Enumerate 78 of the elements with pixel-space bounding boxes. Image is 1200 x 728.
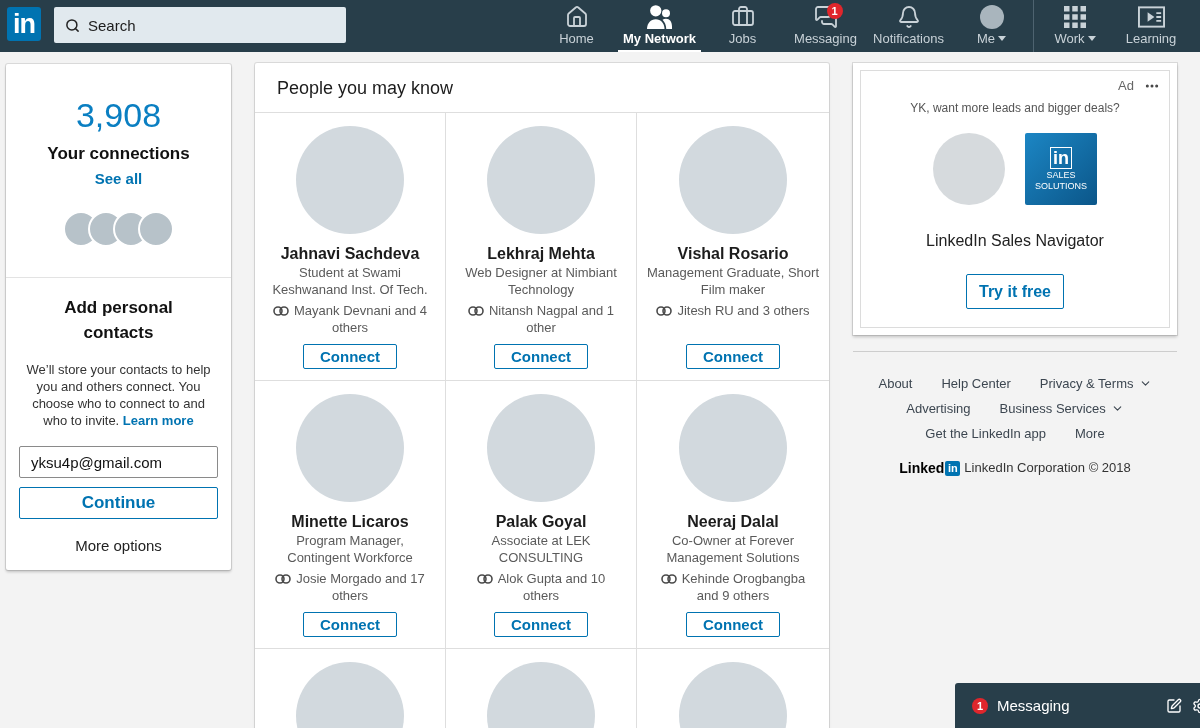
footer-link[interactable]: About: [878, 374, 913, 393]
notification-badge: 1: [972, 697, 988, 714]
person-headline: Student at Swami Keshwanand Inst. Of Tech.: [271, 264, 429, 298]
linkedin-logo[interactable]: in: [7, 7, 41, 41]
see-all-link[interactable]: See all: [94, 169, 143, 189]
grid-icon: [1064, 6, 1086, 28]
person-headline: Associate at LEK CONSULTING: [490, 532, 592, 566]
person-name[interactable]: Jahnavi Sachdeva: [280, 244, 420, 264]
person-name[interactable]: Minette Licaros: [291, 512, 409, 532]
messaging-label[interactable]: Messaging: [997, 695, 1070, 716]
mutual-connections-text: Alok Gupta and 10 others: [497, 571, 606, 603]
nav-item[interactable]: Work: [1034, 0, 1116, 52]
mutual-connections-icon: [275, 574, 292, 584]
continue-button[interactable]: Continue: [19, 487, 218, 519]
footer-link[interactable]: Business Services: [999, 399, 1124, 418]
nav-item[interactable]: Notifications: [867, 0, 950, 52]
ad-title: LinkedIn Sales Navigator: [926, 231, 1104, 251]
email-field[interactable]: yksu4p@gmail.com: [19, 446, 218, 478]
nav-item[interactable]: Home: [535, 0, 618, 52]
mutual-connections-text: Josie Morgado and 17 others: [296, 571, 425, 603]
more-options-link[interactable]: More options: [75, 536, 162, 556]
learn-more-link[interactable]: Learn more: [122, 413, 194, 428]
people-title: People you may know: [277, 76, 454, 100]
connect-button[interactable]: Connect: [303, 344, 397, 369]
contacts-description: We’ll store your contacts to help you and others connect. You choose who to connect to and who to invite. Learn more: [25, 361, 212, 429]
chat-icon: [813, 5, 838, 29]
search-icon: [65, 18, 80, 33]
connections-count: 3,908: [75, 95, 162, 135]
mutual-connections-icon: [273, 306, 289, 316]
bell-icon: [896, 5, 921, 29]
briefcase-icon: [730, 5, 755, 29]
footer-link[interactable]: Get the LinkedIn app: [925, 424, 1047, 443]
home-icon: [564, 5, 589, 29]
mutual-connections-icon: [468, 306, 484, 316]
nav-item[interactable]: Learning: [1116, 0, 1186, 52]
connect-button[interactable]: Connect: [686, 612, 780, 637]
footer-link[interactable]: More: [1075, 424, 1105, 443]
try-it-free-button[interactable]: Try it free: [966, 274, 1064, 309]
copyright-text: LinkedIn Corporation © 2018: [964, 459, 1131, 477]
people-icon: [647, 5, 672, 29]
person-name[interactable]: Palak Goyal: [495, 512, 587, 532]
mutual-connections-icon: [476, 574, 493, 584]
notification-badge: 1: [826, 3, 843, 19]
person-headline: Web Designer at Nimbiant Technology: [464, 264, 618, 298]
linkedin-wordmark: Linked in: [899, 459, 961, 477]
search-field[interactable]: Search: [54, 7, 346, 43]
footer-link[interactable]: Help Center: [941, 374, 1011, 393]
person-headline: Program Manager, Contingent Workforce: [286, 532, 414, 566]
mutual-connections-icon: [656, 306, 673, 316]
ad-headline: YK, want more leads and bigger deals?: [910, 100, 1120, 116]
footer-link[interactable]: Privacy & Terms: [1039, 374, 1152, 393]
avatar-placeholder: [979, 5, 1004, 29]
contacts-title: Add personal contacts: [63, 297, 174, 344]
person-name[interactable]: Lekhraj Mehta: [487, 244, 595, 264]
messaging-bar[interactable]: 1 Messaging: [955, 683, 1200, 728]
nav-item[interactable]: Me: [950, 0, 1033, 52]
sales-solutions-logo: in SALES SOLUTIONS: [1025, 133, 1097, 205]
connect-button[interactable]: Connect: [494, 344, 588, 369]
nav-item[interactable]: My Network: [618, 0, 701, 52]
person-name[interactable]: Neeraj Dalal: [687, 512, 779, 532]
compose-icon[interactable]: [1166, 697, 1182, 714]
connect-button[interactable]: Connect: [303, 612, 397, 637]
mutual-connections-text: Kehinde Orogbangba and 9 others: [681, 571, 806, 603]
nav-item[interactable]: 1 Messaging: [784, 0, 867, 52]
mutual-connections-icon: [660, 574, 677, 584]
ad-label: Ad: [1118, 78, 1134, 94]
person-headline: Management Graduate, Short Film maker: [646, 264, 820, 298]
connect-button[interactable]: Connect: [494, 612, 588, 637]
connect-button[interactable]: Connect: [686, 344, 780, 369]
footer-link[interactable]: Advertising: [906, 399, 971, 418]
nav-item[interactable]: Jobs: [701, 0, 784, 52]
mutual-connections-text: Nitansh Nagpal and 1 other: [489, 303, 614, 335]
mutual-connections-text: Mayank Devnani and 4 others: [294, 303, 427, 335]
person-headline: Co-Owner at Forever Management Solutions: [665, 532, 801, 566]
play-screen-icon: [1137, 6, 1165, 28]
person-name[interactable]: Vishal Rosario: [677, 244, 789, 264]
mutual-connections-text: Jitesh RU and 3 others: [677, 303, 810, 318]
connections-label: Your connections: [47, 143, 190, 165]
